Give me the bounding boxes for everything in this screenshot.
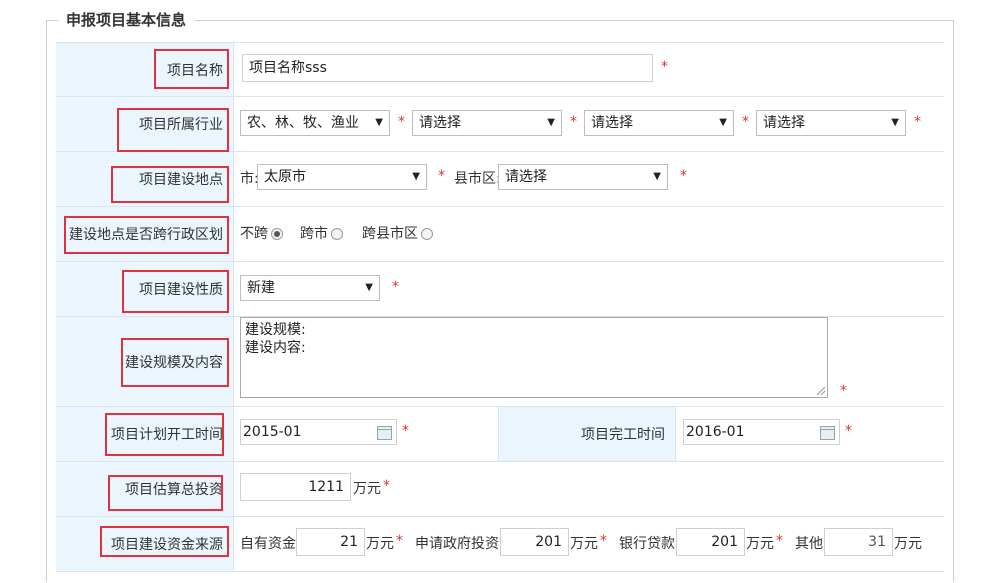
scale-textarea[interactable]: 建设规模: 建设内容: (240, 317, 828, 398)
highlight-box (105, 413, 224, 456)
select-value: 新建 (247, 280, 275, 296)
label-cell: 项目完工时间 (498, 407, 676, 461)
dropdown-arrow-icon: ▼ (891, 117, 899, 128)
select-value: 请选择 (505, 169, 547, 185)
other-funds-input[interactable]: 31 (824, 528, 893, 556)
city-select[interactable]: 太原市 ▼ (257, 164, 427, 190)
required-mark: * (845, 423, 852, 439)
highlight-box (64, 216, 229, 254)
radio-label: 跨县市区 (362, 226, 418, 242)
highlight-box (100, 526, 229, 557)
required-mark: * (402, 423, 409, 439)
required-mark: * (680, 168, 687, 184)
date-value: 2016-01 (686, 424, 745, 440)
select-value: 太原市 (264, 169, 306, 185)
required-mark: * (396, 533, 403, 549)
resize-grip-icon[interactable] (817, 387, 825, 395)
start-date-input[interactable]: 2015-01 (240, 419, 397, 445)
select-value: 请选择 (763, 115, 805, 131)
highlight-box (108, 475, 223, 511)
radio-checked-icon[interactable] (271, 228, 283, 240)
highlight-box (111, 166, 229, 203)
value-cell: 新建 ▼ * (234, 262, 944, 316)
nature-select[interactable]: 新建 ▼ (240, 275, 380, 301)
county-select[interactable]: 请选择 ▼ (498, 164, 668, 190)
value-cell: 自有资金 21 万元 * 申请政府投资 201 万元 * 银行贷款 201 万元… (234, 517, 944, 571)
radio-unchecked-icon[interactable] (331, 228, 343, 240)
required-mark: * (742, 114, 749, 130)
select-value: 请选择 (591, 115, 633, 131)
required-mark: * (438, 168, 445, 184)
project-name-input[interactable]: 项目名称sss (242, 54, 653, 82)
fieldset-legend: 申报项目基本信息 (58, 9, 195, 30)
radio-unchecked-icon[interactable] (421, 228, 433, 240)
calendar-icon[interactable] (820, 426, 835, 440)
dropdown-arrow-icon: ▼ (547, 117, 555, 128)
dropdown-arrow-icon: ▼ (412, 171, 420, 182)
industry-select-3[interactable]: 请选择 ▼ (584, 110, 734, 136)
value-cell: 农、林、牧、渔业 ▼ * 请选择 ▼ * 请选择 ▼ * 请选择 ▼ * (234, 97, 944, 151)
dropdown-arrow-icon: ▼ (719, 117, 727, 128)
highlight-box (117, 108, 229, 152)
unit-label: 万元 (894, 536, 922, 552)
county-label: 县市区: (454, 171, 501, 187)
select-value: 农、林、牧、渔业 (247, 115, 359, 131)
end-date-input[interactable]: 2016-01 (683, 419, 840, 445)
required-mark: * (661, 59, 668, 75)
unit-label: 万元 (746, 536, 774, 552)
dropdown-arrow-icon: ▼ (653, 171, 661, 182)
industry-select-1[interactable]: 农、林、牧、渔业 ▼ (240, 110, 390, 136)
value-cell: 市: 太原市 ▼ * 县市区: 请选择 ▼ * (234, 152, 944, 206)
gov-investment-label: 申请政府投资 (415, 536, 499, 552)
radio-option-cross-city[interactable]: 跨市 (300, 223, 343, 243)
value-cell: 1211 万元 * (234, 462, 944, 516)
value-cell: 2015-01 * (234, 407, 498, 461)
required-mark: * (776, 533, 783, 549)
required-mark: * (383, 478, 390, 494)
unit-label: 万元 (570, 536, 598, 552)
dropdown-arrow-icon: ▼ (365, 282, 373, 293)
city-label: 市: (240, 171, 259, 187)
textarea-line: 建设规模: (245, 322, 306, 338)
industry-select-2[interactable]: 请选择 ▼ (412, 110, 562, 136)
bank-loan-label: 银行贷款 (619, 536, 675, 552)
textarea-line: 建设内容: (245, 340, 306, 356)
value-cell: 2016-01 * (676, 407, 944, 461)
unit-label: 万元 (366, 536, 394, 552)
required-mark: * (398, 114, 405, 130)
required-mark: * (840, 383, 847, 399)
highlight-box (154, 49, 229, 89)
value-cell: 不跨 跨市 跨县市区 (234, 207, 944, 261)
bank-loan-input[interactable]: 201 (676, 528, 745, 556)
required-mark: * (914, 114, 921, 130)
radio-label: 跨市 (300, 226, 328, 242)
required-mark: * (600, 533, 607, 549)
date-value: 2015-01 (243, 424, 302, 440)
value-cell: 项目名称sss * (234, 43, 944, 96)
unit-label: 万元 (353, 481, 381, 497)
radio-option-cross-county[interactable]: 跨县市区 (362, 223, 433, 243)
radio-option-no-cross[interactable]: 不跨 (240, 223, 283, 243)
gov-investment-input[interactable]: 201 (500, 528, 569, 556)
radio-label: 不跨 (240, 226, 268, 242)
required-mark: * (392, 279, 399, 295)
value-cell: 建设规模: 建设内容: * (234, 317, 944, 406)
other-funds-label: 其他 (795, 536, 823, 552)
highlight-box (122, 270, 229, 313)
calendar-icon[interactable] (377, 426, 392, 440)
highlight-box (121, 338, 229, 387)
end-time-label: 项目完工时间 (581, 427, 665, 443)
select-value: 请选择 (419, 115, 461, 131)
industry-select-4[interactable]: 请选择 ▼ (756, 110, 906, 136)
own-funds-input[interactable]: 21 (296, 528, 365, 556)
investment-input[interactable]: 1211 (240, 473, 351, 501)
own-funds-label: 自有资金 (240, 536, 296, 552)
required-mark: * (570, 114, 577, 130)
dropdown-arrow-icon: ▼ (375, 117, 383, 128)
